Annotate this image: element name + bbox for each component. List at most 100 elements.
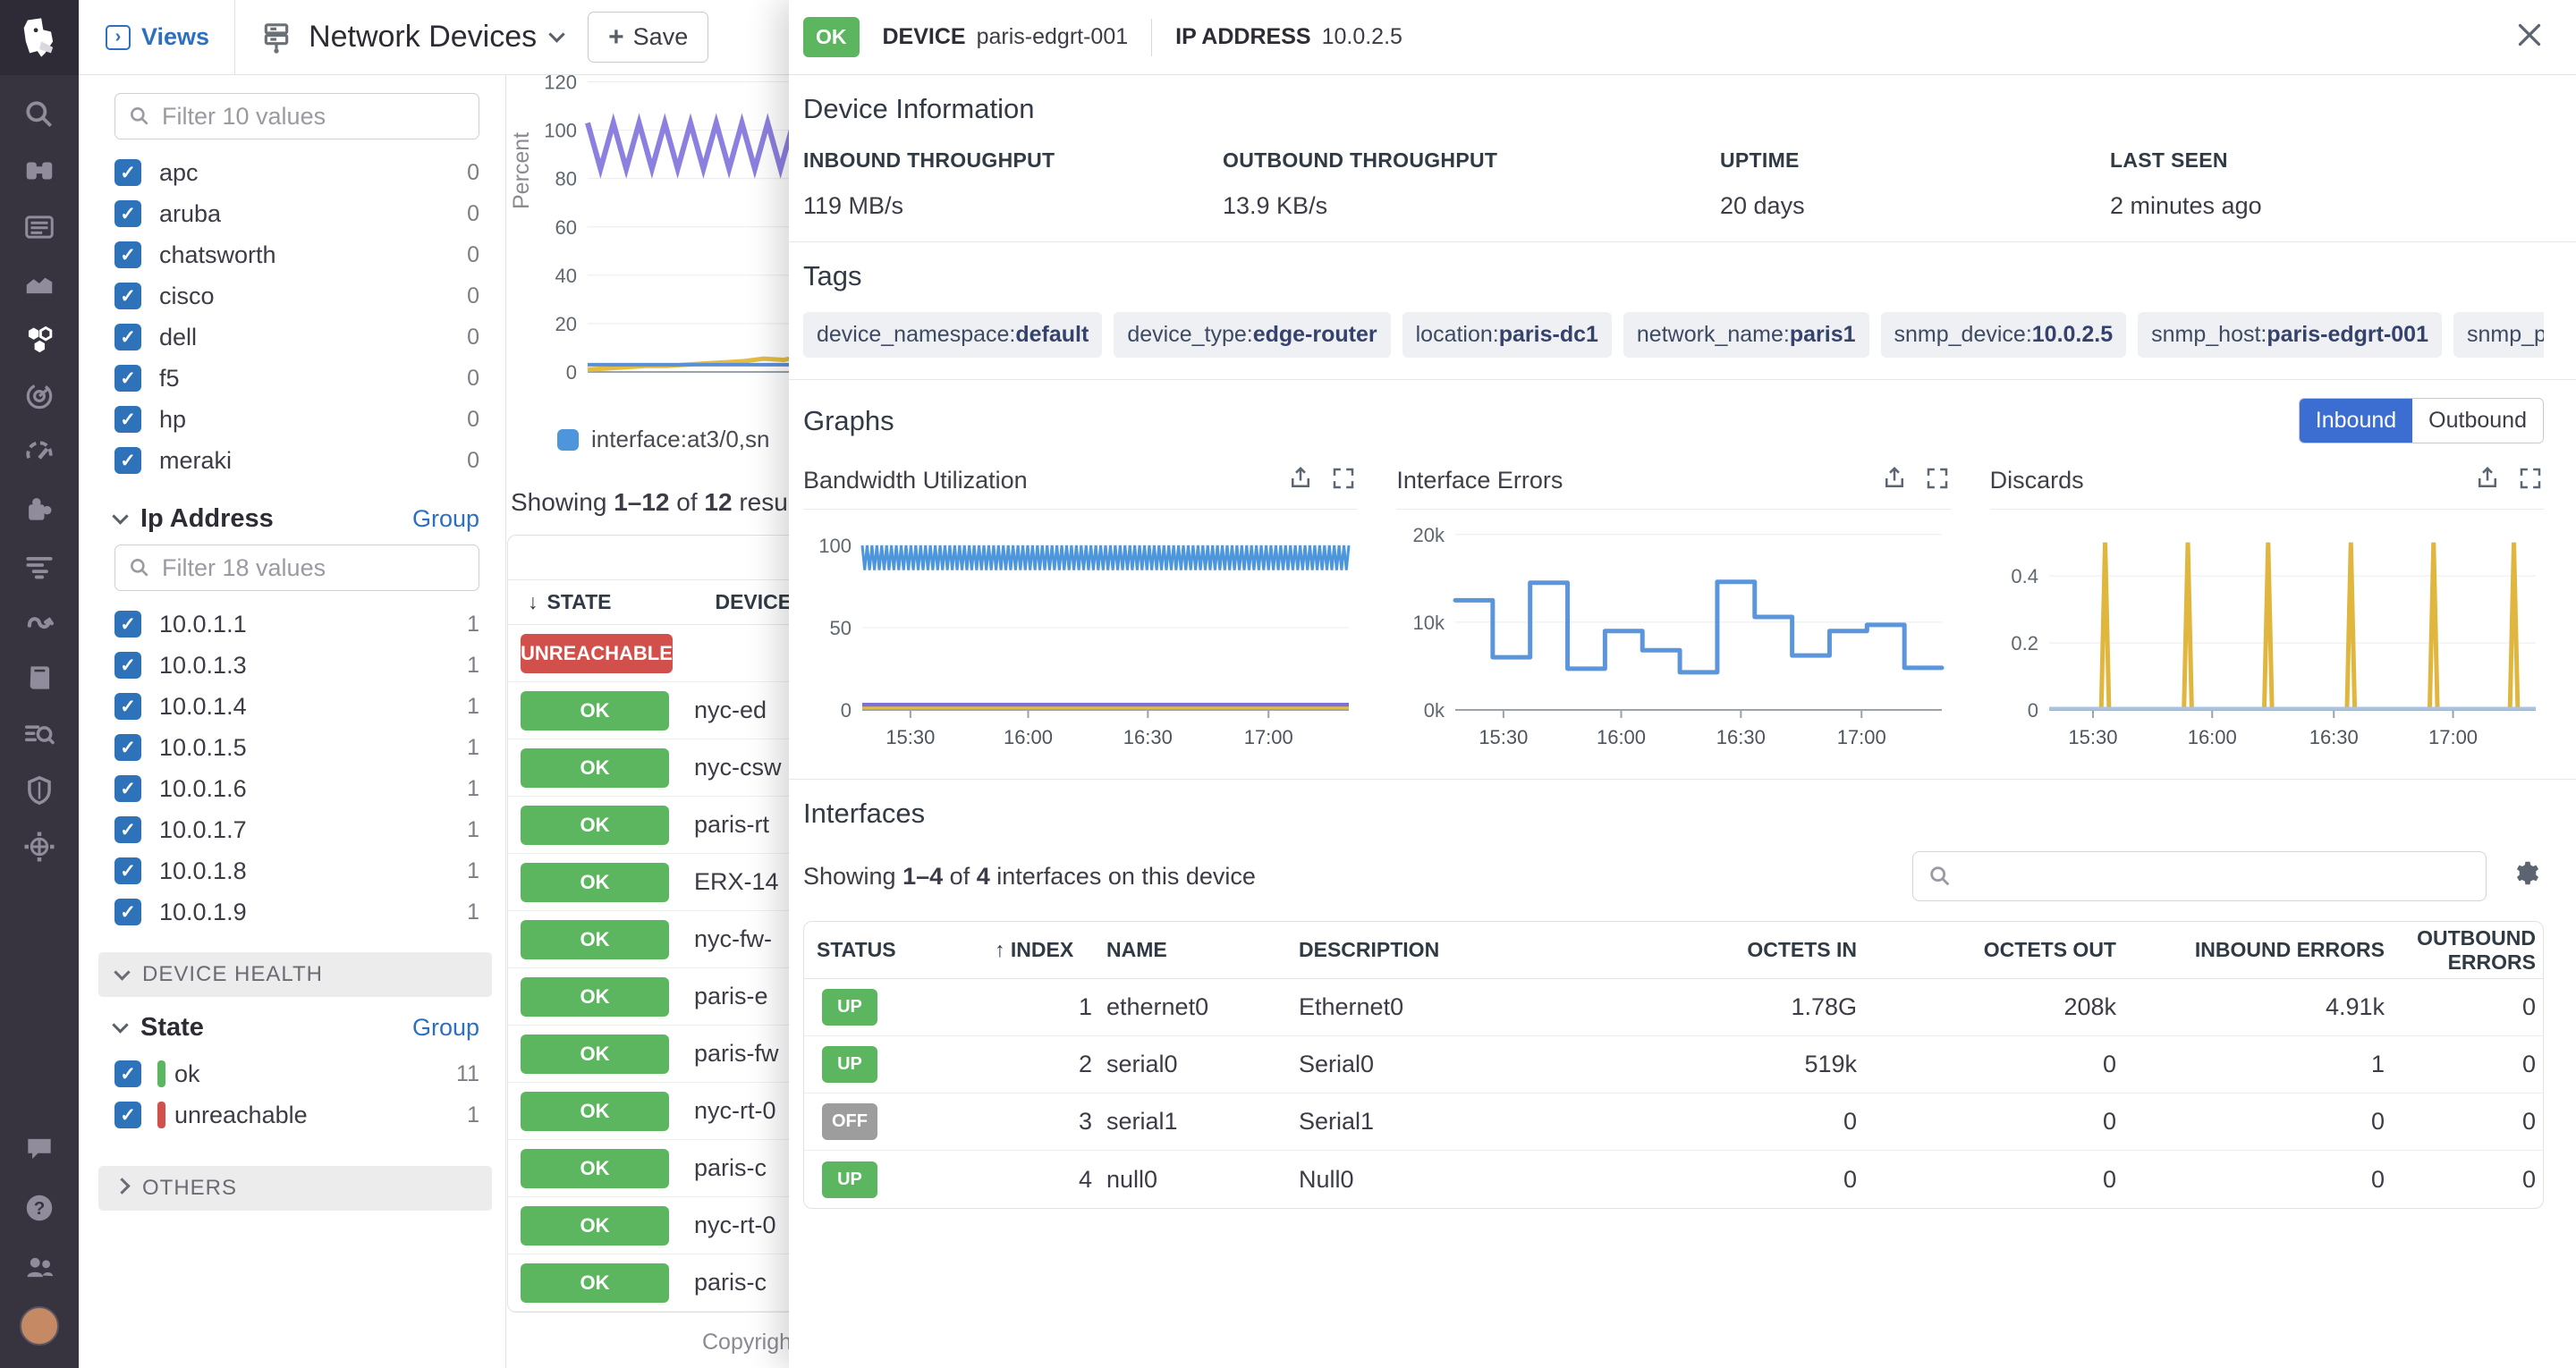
device-table-row[interactable]: OK paris-rt: [508, 797, 789, 854]
vendor-filter-item[interactable]: ✓ f5 0: [98, 358, 492, 399]
device-table-row[interactable]: OK paris-c: [508, 1254, 789, 1312]
inbound-toggle-button[interactable]: Inbound: [2300, 399, 2412, 443]
device-table-row[interactable]: UNREACHABLE: [508, 625, 789, 682]
errors-chart-svg[interactable]: 0k10k20k15:3016:0016:3017:00: [1396, 510, 1951, 753]
help-icon[interactable]: ?: [0, 1178, 79, 1237]
outbound-errors-column-header[interactable]: OUTBOUND ERRORS: [2392, 926, 2543, 975]
tag-pill[interactable]: snmp_device:10.0.2.5: [1881, 312, 2127, 358]
tag-pill[interactable]: device_type:edge-router: [1114, 312, 1390, 358]
ip-facet-header[interactable]: Ip Address Group: [114, 504, 479, 534]
vendor-filter-input[interactable]: Filter 10 values: [114, 93, 479, 139]
checkbox-checked[interactable]: ✓: [114, 324, 141, 350]
checkbox-checked[interactable]: ✓: [114, 857, 141, 884]
ci-pipelines-icon[interactable]: [0, 593, 79, 649]
octets-out-column-header[interactable]: OCTETS OUT: [1864, 938, 2123, 962]
tag-pill[interactable]: network_name:paris1: [1623, 312, 1869, 358]
log-search-icon[interactable]: [0, 705, 79, 762]
device-table-row[interactable]: OK nyc-rt-0: [508, 1083, 789, 1140]
ip-filter-item[interactable]: ✓ 10.0.1.3 1: [98, 645, 492, 686]
tag-pill[interactable]: device_namespace:default: [803, 312, 1102, 358]
checkbox-checked[interactable]: ✓: [114, 406, 141, 433]
description-column-header[interactable]: DESCRIPTION: [1292, 938, 1587, 962]
checkbox-checked[interactable]: ✓: [114, 734, 141, 761]
expand-icon[interactable]: [1330, 465, 1357, 496]
tag-pill[interactable]: snmp_host:paris-edgrt-001: [2138, 312, 2442, 358]
views-button[interactable]: › Views: [79, 0, 235, 74]
ip-filter-item[interactable]: ✓ 10.0.1.4 1: [98, 686, 492, 727]
outbound-toggle-button[interactable]: Outbound: [2412, 399, 2543, 443]
ip-filter-item[interactable]: ✓ 10.0.1.8 1: [98, 850, 492, 891]
device-health-section-header[interactable]: DEVICE HEALTH: [98, 952, 492, 997]
checkbox-checked[interactable]: ✓: [114, 652, 141, 679]
ip-group-link[interactable]: Group: [412, 505, 479, 533]
apm-gauge-icon[interactable]: [0, 424, 79, 480]
network-map-icon[interactable]: [0, 818, 79, 874]
device-table-row[interactable]: OK nyc-rt-0: [508, 1197, 789, 1254]
integrations-icon[interactable]: [0, 480, 79, 536]
vendor-filter-item[interactable]: ✓ cisco 0: [98, 275, 492, 317]
ip-filter-item[interactable]: ✓ 10.0.1.5 1: [98, 727, 492, 768]
ip-filter-item[interactable]: ✓ 10.0.1.9 1: [98, 891, 492, 933]
export-icon[interactable]: [1881, 465, 1908, 496]
device-table-row[interactable]: OK nyc-ed: [508, 682, 789, 739]
page-title-dropdown[interactable]: Network Devices: [235, 20, 563, 55]
sort-desc-icon[interactable]: ↓: [528, 590, 538, 614]
ip-filter-item[interactable]: ✓ 10.0.1.6 1: [98, 768, 492, 809]
name-column-header[interactable]: NAME: [1099, 938, 1292, 962]
watchdog-icon[interactable]: [0, 142, 79, 198]
checkbox-checked[interactable]: ✓: [114, 447, 141, 474]
checkbox-checked[interactable]: ✓: [114, 200, 141, 227]
index-column-header[interactable]: ↑ INDEX: [987, 938, 1099, 962]
interface-row[interactable]: UP 1 ethernet0 Ethernet0 1.78G 208k 4.91…: [804, 979, 2543, 1036]
device-table-row[interactable]: OK paris-e: [508, 968, 789, 1026]
state-column-header[interactable]: STATE: [547, 590, 612, 614]
device-table-row[interactable]: OK nyc-fw-: [508, 911, 789, 968]
checkbox-checked[interactable]: ✓: [114, 1102, 141, 1128]
organization-icon[interactable]: [0, 1237, 79, 1296]
checkbox-checked[interactable]: ✓: [114, 775, 141, 802]
ip-filter-item[interactable]: ✓ 10.0.1.7 1: [98, 809, 492, 850]
checkbox-checked[interactable]: ✓: [114, 611, 141, 638]
vendor-filter-item[interactable]: ✓ hp 0: [98, 399, 492, 440]
checkbox-checked[interactable]: ✓: [114, 693, 141, 720]
user-avatar[interactable]: [0, 1296, 79, 1355]
device-column-header[interactable]: DEVICE: [715, 590, 789, 614]
utilization-chart-svg[interactable]: 02040608010012015:30: [538, 75, 789, 410]
interface-row[interactable]: UP 2 serial0 Serial0 519k 0 1 0: [804, 1036, 2543, 1094]
logs-icon[interactable]: [0, 536, 79, 593]
table-settings-gear-icon[interactable]: [2512, 858, 2544, 895]
checkbox-checked[interactable]: ✓: [114, 365, 141, 392]
state-filter-item[interactable]: ✓ unreachable 1: [98, 1094, 492, 1136]
checkbox-checked[interactable]: ✓: [114, 159, 141, 186]
vendor-filter-item[interactable]: ✓ aruba 0: [98, 193, 492, 234]
checkbox-checked[interactable]: ✓: [114, 816, 141, 843]
close-icon[interactable]: [2513, 19, 2546, 55]
device-table-row[interactable]: OK paris-c: [508, 1140, 789, 1197]
monitors-icon[interactable]: [0, 367, 79, 424]
feedback-icon[interactable]: [0, 1119, 79, 1178]
state-group-link[interactable]: Group: [412, 1014, 479, 1042]
checkbox-checked[interactable]: ✓: [114, 899, 141, 925]
status-column-header[interactable]: STATUS: [804, 938, 987, 962]
tag-pill[interactable]: location:paris-dc1: [1402, 312, 1612, 358]
expand-icon[interactable]: [2517, 465, 2544, 496]
dashboards-icon[interactable]: [0, 198, 79, 255]
ip-filter-input[interactable]: Filter 18 values: [114, 545, 479, 591]
export-icon[interactable]: [1287, 465, 1314, 496]
checkbox-checked[interactable]: ✓: [114, 1060, 141, 1087]
datadog-logo[interactable]: [0, 0, 79, 75]
vendor-filter-item[interactable]: ✓ dell 0: [98, 317, 492, 358]
bandwidth-chart-svg[interactable]: 05010015:3016:0016:3017:00: [803, 510, 1358, 753]
metrics-icon[interactable]: [0, 255, 79, 311]
infrastructure-icon[interactable]: [0, 311, 79, 367]
save-button[interactable]: + Save: [588, 12, 708, 63]
vendor-filter-item[interactable]: ✓ apc 0: [98, 152, 492, 193]
export-icon[interactable]: [2474, 465, 2501, 496]
checkbox-checked[interactable]: ✓: [114, 283, 141, 309]
checkbox-checked[interactable]: ✓: [114, 241, 141, 268]
device-table-row[interactable]: OK ERX-14: [508, 854, 789, 911]
ip-filter-item[interactable]: ✓ 10.0.1.1 1: [98, 604, 492, 645]
notebooks-icon[interactable]: [0, 649, 79, 705]
discards-chart-svg[interactable]: 00.20.415:3016:0016:3017:00: [1990, 510, 2545, 753]
expand-icon[interactable]: [1924, 465, 1951, 496]
